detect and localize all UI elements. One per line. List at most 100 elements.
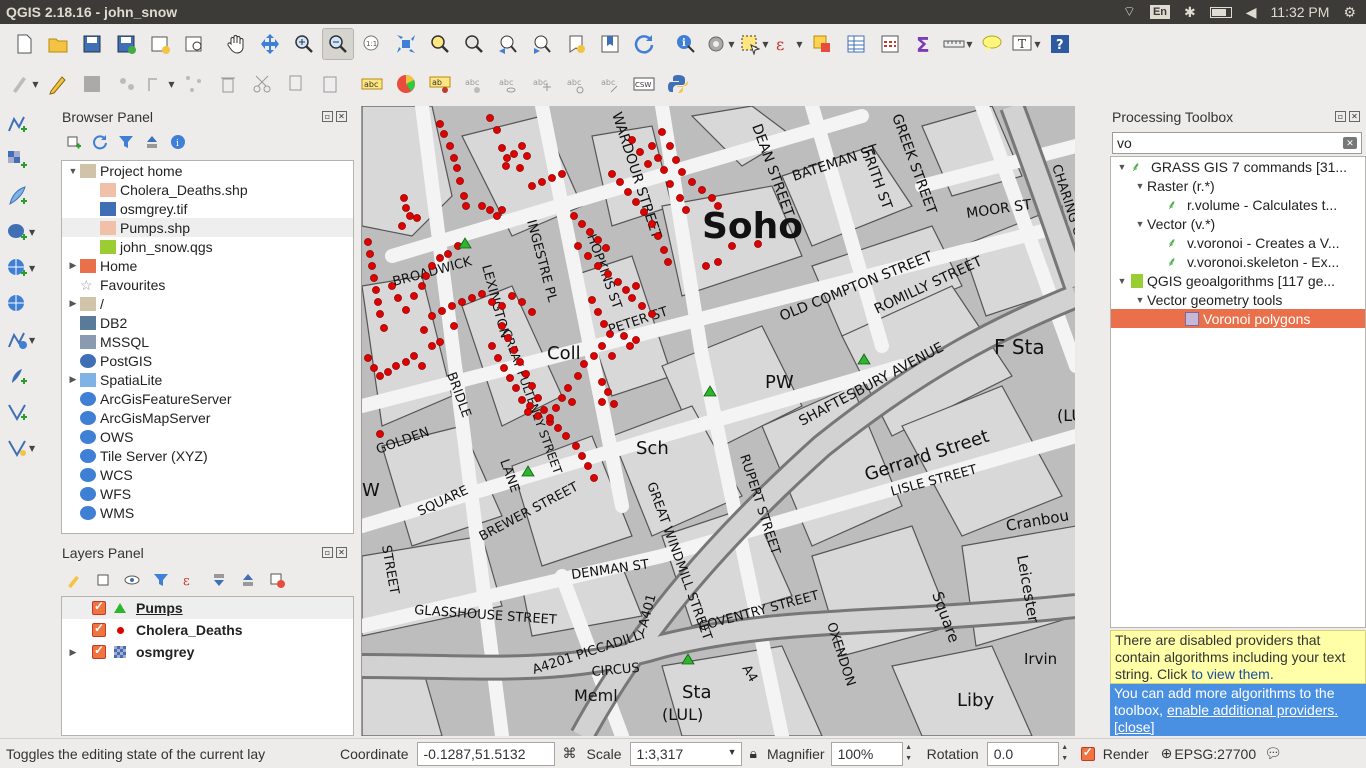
zoom-to-selection-button[interactable] bbox=[424, 28, 456, 60]
save-as-button[interactable] bbox=[110, 28, 142, 60]
copy-features-button[interactable] bbox=[280, 68, 312, 100]
pin-labels-button[interactable]: ab bbox=[424, 68, 456, 100]
properties-info-icon[interactable]: i bbox=[170, 134, 186, 150]
browser-item[interactable]: ▼ Project home bbox=[62, 161, 353, 180]
zoom-full-button[interactable] bbox=[390, 28, 422, 60]
add-vector-layer-button[interactable] bbox=[0, 106, 58, 142]
close-panel-button[interactable]: ✕ bbox=[336, 111, 347, 122]
move-label-button[interactable]: abc bbox=[526, 68, 558, 100]
zoom-in-button[interactable] bbox=[288, 28, 320, 60]
add-wfs-layer-button[interactable]: ▼ bbox=[0, 322, 58, 358]
language-indicator[interactable]: En bbox=[1149, 5, 1171, 19]
browser-item[interactable]: Tile Server (XYZ) bbox=[62, 446, 353, 465]
delete-selected-button[interactable] bbox=[212, 68, 244, 100]
pan-to-selection-button[interactable] bbox=[254, 28, 286, 60]
volume-icon[interactable]: ◀ bbox=[1246, 4, 1257, 21]
browser-item[interactable]: john_snow.qgs bbox=[62, 237, 353, 256]
add-selected-layers-icon[interactable] bbox=[66, 134, 82, 150]
zoom-last-button[interactable] bbox=[492, 28, 524, 60]
statistical-summary-button[interactable]: Σ bbox=[908, 28, 940, 60]
browser-item[interactable]: ArcGisMapServer bbox=[62, 408, 353, 427]
float-layers-panel-button[interactable]: ▫ bbox=[322, 547, 333, 558]
browser-item[interactable]: ▶ / bbox=[62, 294, 353, 313]
help-button[interactable]: ? bbox=[1044, 28, 1076, 60]
close-layers-panel-button[interactable]: ✕ bbox=[336, 547, 347, 558]
layer-row[interactable]: Cholera_Deaths bbox=[62, 619, 353, 641]
show-bookmarks-button[interactable] bbox=[594, 28, 626, 60]
save-edits-button[interactable] bbox=[76, 68, 108, 100]
processing-tree-item[interactable]: ⸙ v.voronoi.skeleton - Ex... bbox=[1111, 252, 1365, 271]
processing-tree-item[interactable]: ▼ Vector geometry tools bbox=[1111, 290, 1365, 309]
browser-item[interactable]: ArcGisFeatureServer bbox=[62, 389, 353, 408]
expander-arrow-icon[interactable]: ▼ bbox=[1115, 162, 1129, 172]
select-by-expression-button[interactable]: ε ▼ bbox=[772, 28, 804, 60]
zoom-next-button[interactable] bbox=[526, 28, 558, 60]
expander-arrow-icon[interactable]: ▼ bbox=[66, 166, 80, 176]
processing-tree-item[interactable]: ▼ QGIS geoalgorithms [117 ge... bbox=[1111, 271, 1365, 290]
browser-item[interactable]: WMS bbox=[62, 503, 353, 522]
messages-icon[interactable]: 💬︎ bbox=[1264, 745, 1282, 762]
browser-item[interactable]: Cholera_Deaths.shp bbox=[62, 180, 353, 199]
browser-item[interactable]: ▶ SpatiaLite bbox=[62, 370, 353, 389]
add-delimited-text-button[interactable] bbox=[0, 178, 58, 214]
add-group-icon[interactable] bbox=[95, 572, 112, 588]
layer-styling-icon[interactable] bbox=[66, 572, 83, 588]
filter-legend-icon[interactable] bbox=[153, 572, 170, 588]
add-wms-layer-button[interactable]: ▼ bbox=[0, 250, 58, 286]
expander-arrow-icon[interactable]: ▼ bbox=[1133, 295, 1147, 305]
processing-tree-item[interactable]: ⸙ v.voronoi - Creates a V... bbox=[1111, 233, 1365, 252]
bluetooth-icon[interactable]: ✱ bbox=[1184, 4, 1196, 21]
enable-providers-link[interactable]: enable additional providers. bbox=[1167, 702, 1338, 718]
measure-line-button[interactable]: ▼ bbox=[942, 28, 974, 60]
new-project-button[interactable] bbox=[8, 28, 40, 60]
add-spatialite-layer-button[interactable] bbox=[0, 358, 58, 394]
scale-dropdown-icon[interactable]: ▼ bbox=[728, 747, 737, 757]
select-features-button[interactable]: ▼ bbox=[738, 28, 770, 60]
field-calculator-button[interactable] bbox=[874, 28, 906, 60]
new-print-composer-button[interactable] bbox=[144, 28, 176, 60]
crs-icon[interactable]: ⊕ bbox=[1161, 745, 1173, 762]
save-project-button[interactable] bbox=[76, 28, 108, 60]
scale-combobox[interactable]: 1:3,317 ▼ bbox=[629, 741, 742, 766]
zoom-native-button[interactable]: 1:1 bbox=[356, 28, 388, 60]
clear-search-icon[interactable]: ✕ bbox=[1343, 137, 1357, 149]
show-hide-labels-button[interactable]: abc bbox=[492, 68, 524, 100]
zoom-out-button[interactable] bbox=[322, 28, 354, 60]
browser-item[interactable]: ☆ Favourites bbox=[62, 275, 353, 294]
layer-visibility-checkbox[interactable] bbox=[92, 621, 106, 637]
close-notice-link[interactable]: [close] bbox=[1114, 719, 1154, 735]
browser-item[interactable]: WCS bbox=[62, 465, 353, 484]
magnifier-field[interactable]: 100% bbox=[830, 741, 903, 766]
map-tips-button[interactable] bbox=[976, 28, 1008, 60]
add-virtual-layer-button[interactable] bbox=[0, 394, 58, 430]
cut-features-button[interactable] bbox=[246, 68, 278, 100]
wifi-icon[interactable]: ⌔ bbox=[1123, 3, 1136, 21]
csw-button[interactable]: CSW bbox=[628, 68, 660, 100]
browser-item[interactable]: MSSQL bbox=[62, 332, 353, 351]
open-attribute-table-button[interactable] bbox=[840, 28, 872, 60]
collapse-all-layers-icon[interactable] bbox=[240, 572, 257, 588]
algorithm-search-input[interactable]: vo ✕ bbox=[1112, 132, 1362, 154]
open-project-button[interactable] bbox=[42, 28, 74, 60]
expander-arrow-icon[interactable]: ▼ bbox=[1115, 276, 1129, 286]
browser-item[interactable]: ▶ Home bbox=[62, 256, 353, 275]
add-feature-button[interactable] bbox=[110, 68, 142, 100]
zoom-to-layer-button[interactable] bbox=[458, 28, 490, 60]
float-processing-panel-button[interactable]: ▫ bbox=[1335, 111, 1346, 122]
float-panel-button[interactable]: ▫ bbox=[322, 111, 333, 122]
run-feature-action-button[interactable]: ▼ bbox=[704, 28, 736, 60]
processing-tree-item[interactable]: ▼ ⸙ GRASS GIS 7 commands [31... bbox=[1111, 157, 1365, 176]
pan-map-button[interactable] bbox=[220, 28, 252, 60]
coordinate-toggle-icon[interactable]: ⌘ bbox=[563, 745, 577, 762]
layer-labeling-button[interactable]: abc bbox=[356, 68, 388, 100]
magnifier-spinner[interactable]: ▲ ▼ bbox=[903, 742, 915, 766]
processing-tree-item[interactable]: ▼ Vector (v.*) bbox=[1111, 214, 1365, 233]
expander-arrow-icon[interactable]: ▶ bbox=[66, 260, 80, 271]
layer-visibility-checkbox[interactable] bbox=[92, 643, 106, 659]
browser-item[interactable]: Pumps.shp bbox=[62, 218, 353, 237]
add-postgis-layer-button[interactable]: ▼ bbox=[0, 214, 58, 250]
rotation-field[interactable]: 0.0 bbox=[986, 741, 1059, 766]
current-edits-button[interactable]: ▼ bbox=[8, 68, 40, 100]
remove-layer-icon[interactable] bbox=[269, 572, 286, 588]
layer-row[interactable]: Pumps bbox=[62, 597, 353, 619]
